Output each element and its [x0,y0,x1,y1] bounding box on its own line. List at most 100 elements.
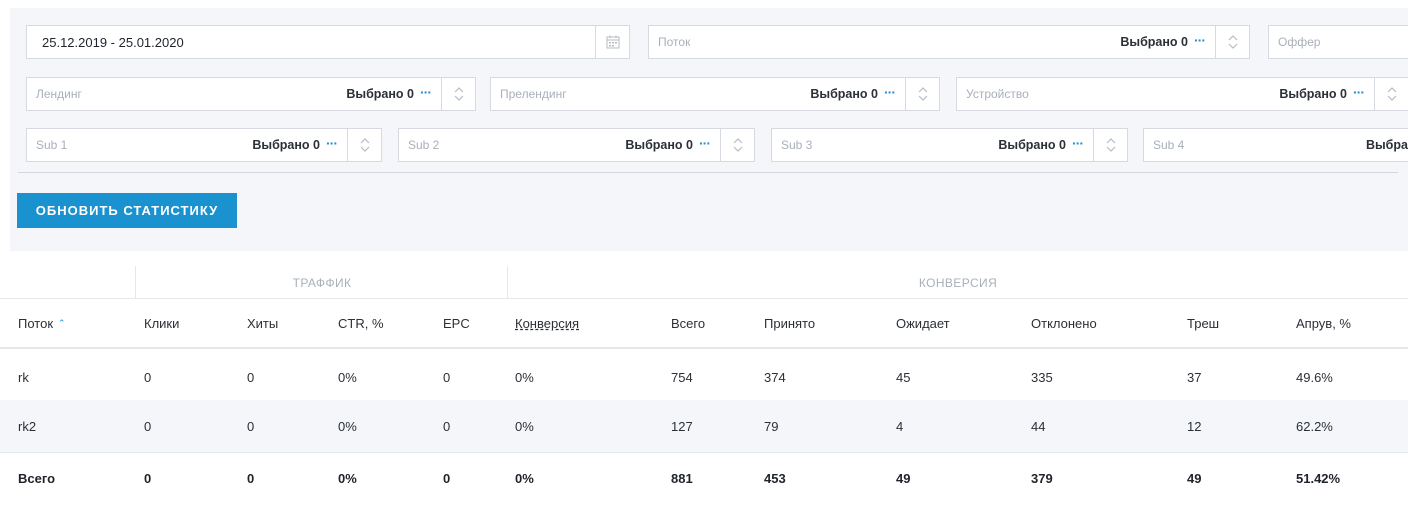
calendar-icon[interactable] [595,26,629,58]
cell-rejected-link[interactable]: 335 [1031,351,1053,403]
col-accepted[interactable]: Принято [764,299,815,347]
total-rejected: 379 [1031,471,1053,486]
stream-selected-count: Выбрано 0 [1120,35,1188,49]
group-header-row: ТРАФФИК КОНВЕРСИЯ [0,266,1408,299]
date-range-value: 25.12.2019 - 25.01.2020 [42,34,184,50]
col-rejected[interactable]: Отклонено [1031,299,1097,347]
group-conversion: КОНВЕРСИЯ [918,275,998,290]
total-conversion: 0% [515,471,534,486]
offer-select[interactable]: Оффер [1268,25,1408,59]
sub3-select[interactable]: Sub 3 Выбрано 0 ··· [771,128,1128,162]
more-dots-icon[interactable]: ··· [884,85,905,99]
more-dots-icon[interactable]: ··· [1194,33,1215,47]
col-pending[interactable]: Ожидает [896,299,950,347]
total-clicks: 0 [144,471,152,486]
cell-hits: 0 [247,369,255,385]
chevron-updown-icon[interactable] [1215,26,1249,58]
cell-clicks: 0 [144,418,152,434]
cell-hits: 0 [247,418,255,434]
sub2-placeholder: Sub 2 [408,138,440,152]
chevron-updown-icon[interactable] [720,129,754,161]
cell-epc: 0 [443,418,451,434]
cell-pending-link[interactable]: 45 [896,351,910,403]
cell-trash: 37 [1187,369,1202,385]
total-trash: 49 [1187,471,1202,486]
table-row: rk 0 0 0% 0 0% 754 374 45 335 37 49.6% [0,351,1408,403]
cell-epc: 0 [443,369,451,385]
cell-stream: rk [18,369,29,385]
col-conversion-link[interactable]: Конверсия [515,299,579,347]
total-approve: 51.42% [1296,471,1341,486]
cell-total: 127 [671,418,693,434]
cell-clicks: 0 [144,369,152,385]
device-placeholder: Устройство [966,87,1029,101]
cell-accepted-link[interactable]: 79 [764,400,778,452]
date-range-field[interactable]: 25.12.2019 - 25.01.2020 [26,25,630,59]
more-dots-icon[interactable]: ··· [1353,85,1374,99]
total-total: 881 [671,471,693,486]
prelanding-selected-count: Выбрано 0 [810,87,878,101]
total-ctr: 0% [338,471,357,486]
more-dots-icon[interactable]: ··· [1072,136,1093,150]
cell-conversion: 0% [515,369,534,385]
device-select[interactable]: Устройство Выбрано 0 ··· [956,77,1408,111]
cell-rejected-link[interactable]: 44 [1031,400,1045,452]
sub1-select[interactable]: Sub 1 Выбрано 0 ··· [26,128,382,162]
more-dots-icon[interactable]: ··· [699,136,720,150]
landing-selected-count: Выбрано 0 [346,87,414,101]
cell-pending-link[interactable]: 4 [896,400,903,452]
prelanding-select[interactable]: Прелендинг Выбрано 0 ··· [490,77,940,111]
table-totals-row: Всего 0 0 0% 0 0% 881 453 49 379 49 51.4… [0,452,1408,504]
total-stream-label: Всего [18,471,56,486]
col-total[interactable]: Всего [671,299,705,347]
cell-total: 754 [671,369,693,385]
stream-select[interactable]: Поток Выбрано 0 ··· [648,25,1250,59]
col-clicks[interactable]: Клики [144,299,179,347]
sort-ascending-icon[interactable]: ⌃ [58,318,66,329]
col-approve[interactable]: Апрув, % [1296,299,1351,347]
table-row: rk2 0 0 0% 0 0% 127 79 4 44 12 62.2% [0,400,1408,452]
cell-approve: 49.6% [1296,369,1333,385]
cell-conversion: 0% [515,418,534,434]
col-ctr[interactable]: CTR, % [338,299,384,347]
device-selected-count: Выбрано 0 [1279,87,1347,101]
landing-select[interactable]: Лендинг Выбрано 0 ··· [26,77,476,111]
total-epc: 0 [443,471,451,486]
chevron-updown-icon[interactable] [347,129,381,161]
chevron-updown-icon[interactable] [905,78,939,110]
cell-stream: rk2 [18,418,37,434]
cell-ctr: 0% [338,418,357,434]
chevron-updown-icon[interactable] [1374,78,1408,110]
sub2-select[interactable]: Sub 2 Выбрано 0 ··· [398,128,755,162]
group-traffic: ТРАФФИК [292,275,352,290]
sub3-placeholder: Sub 3 [781,138,813,152]
sub3-selected-count: Выбрано 0 [998,138,1066,152]
stream-placeholder: Поток [658,35,691,49]
sub1-selected-count: Выбрано 0 [252,138,320,152]
chevron-updown-icon[interactable] [1093,129,1127,161]
more-dots-icon[interactable]: ··· [326,136,347,150]
refresh-stats-button[interactable]: ОБНОВИТЬ СТАТИСТИКУ [17,193,237,228]
offer-placeholder: Оффер [1278,35,1321,49]
col-hits[interactable]: Хиты [247,299,278,347]
total-accepted: 453 [764,471,786,486]
filters-divider [18,172,1398,173]
more-dots-icon[interactable]: ··· [420,85,441,99]
prelanding-placeholder: Прелендинг [500,87,567,101]
col-epc[interactable]: EPC [443,299,470,347]
sub4-placeholder: Sub 4 [1153,138,1185,152]
landing-placeholder: Лендинг [36,87,82,101]
col-stream[interactable]: Поток ⌃ [18,299,66,347]
column-header-row: Поток ⌃ Клики Хиты CTR, % EPC Конверсия … [0,299,1408,349]
total-pending: 49 [896,471,911,486]
col-stream-label: Поток [18,315,54,331]
cell-accepted-link[interactable]: 374 [764,351,786,403]
chevron-updown-icon[interactable] [441,78,475,110]
total-hits: 0 [247,471,255,486]
col-trash[interactable]: Треш [1187,299,1219,347]
sub4-selected-count: Выбра [1365,138,1408,152]
sub2-selected-count: Выбрано 0 [625,138,693,152]
sub4-select[interactable]: Sub 4 Выбра [1143,128,1408,162]
sub1-placeholder: Sub 1 [36,138,68,152]
cell-ctr: 0% [338,369,357,385]
